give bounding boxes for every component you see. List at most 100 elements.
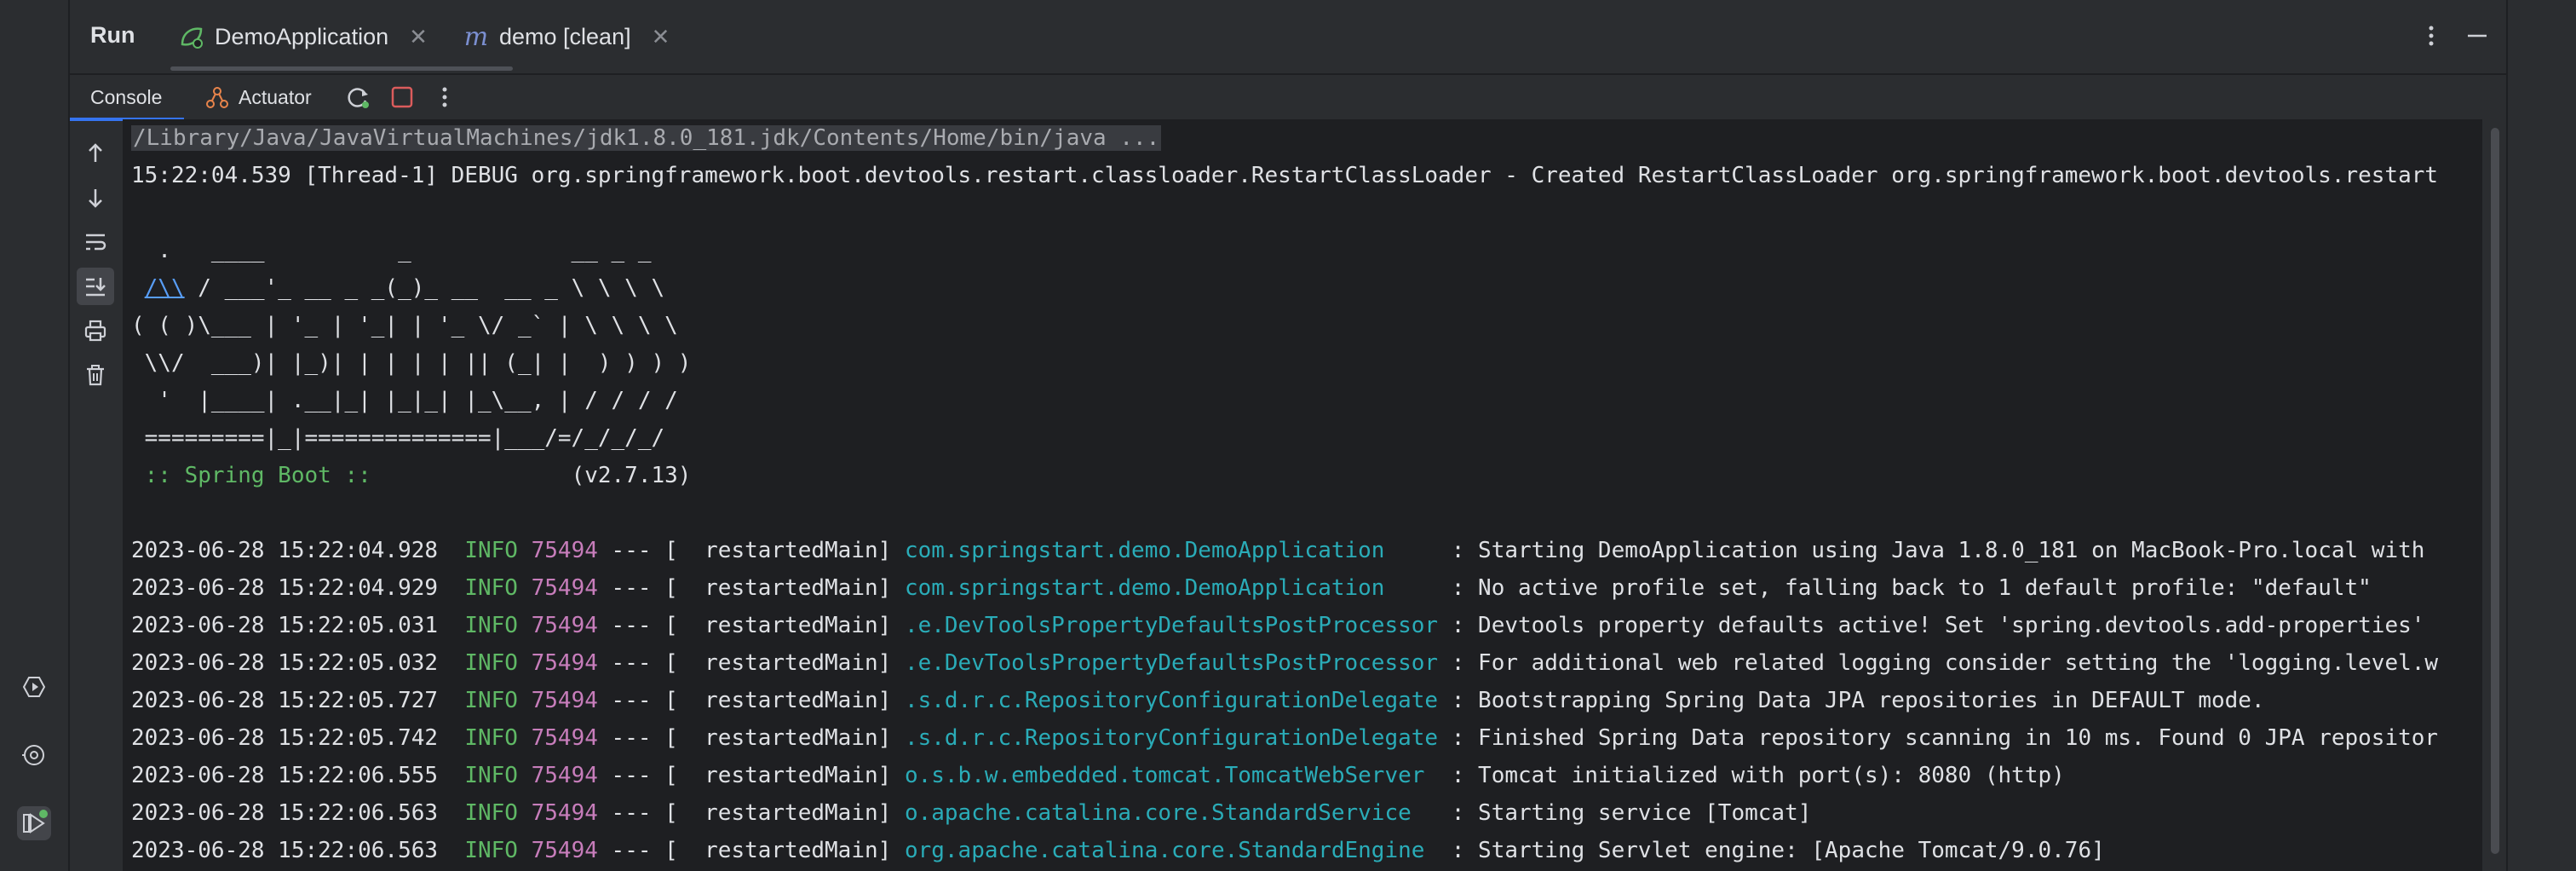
log-timestamp: 2023-06-28 15:22:05.031 (131, 613, 439, 638)
log-logger: org.apache.catalina.core.StandardEngine (904, 838, 1439, 863)
log-message: : Starting Servlet engine: [Apache Tomca… (1438, 838, 2105, 863)
stop-icon (391, 86, 413, 108)
log-line: 2023-06-28 15:22:06.555 INFO 75494 --- [… (131, 759, 2065, 793)
hide-window-button[interactable] (2460, 19, 2494, 53)
log-pid: 75494 (531, 538, 598, 563)
log-line: 2023-06-28 15:22:05.031 INFO 75494 --- [… (131, 609, 2424, 643)
log-message: : Devtools property defaults active! Set… (1438, 613, 2425, 638)
log-thread: --- [ restartedMain] (597, 575, 905, 601)
log-line: 2023-06-28 15:22:04.929 INFO 75494 --- [… (131, 571, 2372, 605)
log-logger: .s.d.r.c.RepositoryConfigurationDelegate (904, 688, 1439, 713)
rerun-icon (348, 88, 369, 108)
tool-window-title: Run (90, 22, 135, 48)
tab-label: Actuator (239, 85, 312, 108)
arrow-down-icon (89, 189, 102, 208)
log-pid: 75494 (531, 688, 598, 713)
log-logger: o.apache.catalina.core.StandardService (904, 800, 1439, 826)
more-vertical-icon (442, 87, 447, 107)
maven-icon: m (463, 21, 489, 52)
log-message: : Starting service [Tomcat] (1438, 800, 1812, 826)
clear-all-button[interactable] (77, 356, 114, 394)
tab-label: Console (90, 85, 163, 108)
log-message: : Starting DemoApplication using Java 1.… (1438, 538, 2425, 563)
log-level: INFO (464, 538, 518, 563)
tab-demo-clean[interactable]: m demo [clean] ✕ (462, 12, 670, 61)
close-icon[interactable]: ✕ (409, 24, 428, 50)
log-pid: 75494 (531, 575, 598, 601)
log-line: 2023-06-28 15:22:04.928 INFO 75494 --- [… (131, 534, 2424, 568)
scroll-down-button[interactable] (77, 179, 114, 216)
log-timestamp: 2023-06-28 15:22:06.563 (131, 800, 439, 826)
services-tool-button[interactable] (17, 670, 51, 704)
spring-boot-label: :: Spring Boot :: (131, 463, 371, 488)
run-tool-button[interactable] (17, 806, 51, 840)
banner-line: ( ( )\___ | '_ | '_| | '_ \/ _` | \ \ \ … (131, 313, 678, 338)
banner-line: \\/ ___)| |_)| | | | | || (_| | ) ) ) ) (131, 350, 692, 376)
tab-console[interactable]: Console (90, 75, 162, 119)
log-logger: com.springstart.demo.DemoApplication (904, 538, 1439, 563)
console-scrollbar-thumb[interactable] (2491, 128, 2499, 854)
console-actions (70, 119, 121, 871)
more-options-button[interactable] (2414, 19, 2448, 53)
scroll-up-button[interactable] (77, 135, 114, 172)
soft-wrap-button[interactable] (77, 223, 114, 261)
log-line: 2023-06-28 15:22:06.563 INFO 75494 --- [… (131, 834, 2105, 868)
log-message: : Tomcat initialized with port(s): 8080 … (1438, 763, 2065, 788)
spring-run-icon (177, 22, 206, 51)
log-logger: .s.d.r.c.RepositoryConfigurationDelegate (904, 725, 1439, 751)
log-pid: 75494 (531, 800, 598, 826)
log-thread: --- [ restartedMain] (597, 838, 905, 863)
scroll-to-end-button[interactable] (77, 268, 114, 305)
console-more-button[interactable] (429, 82, 460, 112)
right-tool-strip (2506, 0, 2576, 871)
log-thread: --- [ restartedMain] (597, 688, 905, 713)
rerun-button[interactable] (342, 82, 373, 112)
log-message: : For additional web related logging con… (1438, 650, 2439, 676)
java-command[interactable]: /Library/Java/JavaVirtualMachines/jdk1.8… (131, 125, 1162, 151)
log-timestamp: 2023-06-28 15:22:06.563 (131, 838, 439, 863)
log-thread: --- [ restartedMain] (597, 800, 905, 826)
tab-actuator[interactable]: Actuator (204, 75, 312, 119)
spring-boot-version: (v2.7.13) (371, 463, 692, 488)
trash-icon (87, 365, 104, 386)
log-logger: o.s.b.w.embedded.tomcat.TomcatWebServer (904, 763, 1439, 788)
soft-wrap-icon (86, 234, 106, 251)
minimize-icon (2468, 34, 2487, 37)
log-level: INFO (464, 613, 518, 638)
more-vertical-icon (2429, 26, 2434, 46)
log-pid: 75494 (531, 650, 598, 676)
log-timestamp: 2023-06-28 15:22:06.555 (131, 763, 439, 788)
log-pid: 75494 (531, 613, 598, 638)
log-timestamp: 2023-06-28 15:22:05.032 (131, 650, 439, 676)
banner-line: /\\ / ___'_ __ _ _(_)_ __ __ _ \ \ \ \ (131, 271, 665, 305)
log-timestamp: 2023-06-28 15:22:04.929 (131, 575, 439, 601)
banner-line: . ____ _ __ _ _ (131, 238, 652, 263)
left-tool-strip (0, 0, 70, 871)
stop-button[interactable] (387, 82, 417, 112)
banner-text: / ___'_ __ _ _(_)_ __ __ _ \ \ \ \ (184, 275, 665, 301)
console-output[interactable]: /Library/Java/JavaVirtualMachines/jdk1.8… (123, 119, 2482, 871)
tab-label: DemoApplication (215, 23, 389, 49)
close-icon[interactable]: ✕ (652, 24, 670, 50)
services-icon (22, 677, 46, 697)
debug-tool-button[interactable] (17, 738, 51, 772)
ide-window: Run DemoApplication ✕ m demo [clean] ✕ C… (0, 0, 2576, 871)
log-timestamp: 2023-06-28 15:22:04.928 (131, 538, 439, 563)
log-line: 2023-06-28 15:22:05.742 INFO 75494 --- [… (131, 721, 2438, 755)
log-timestamp: 2023-06-28 15:22:05.727 (131, 688, 439, 713)
log-message: : No active profile set, falling back to… (1438, 575, 2372, 601)
log-logger: .e.DevToolsPropertyDefaultsPostProcessor (904, 650, 1439, 676)
log-thread: --- [ restartedMain] (597, 538, 905, 563)
arrow-up-icon (89, 143, 102, 162)
tab-demo-application[interactable]: DemoApplication ✕ (177, 12, 428, 61)
run-title-bar: Run DemoApplication ✕ m demo [clean] ✕ (70, 0, 2506, 72)
log-message: : Bootstrapping Spring Data JPA reposito… (1438, 688, 2265, 713)
log-line: 2023-06-28 15:22:05.727 INFO 75494 --- [… (131, 684, 2265, 718)
print-button[interactable] (77, 312, 114, 349)
banner-line: ' |____| .__|_| |_|_| |_\__, | / / / / (131, 388, 678, 413)
log-line: 2023-06-28 15:22:05.032 INFO 75494 --- [… (131, 646, 2438, 680)
log-level: INFO (464, 838, 518, 863)
banner-link[interactable]: /\\ (145, 275, 185, 301)
banner-version-line: :: Spring Boot :: (v2.7.13) (131, 459, 692, 493)
actuator-icon (204, 84, 230, 110)
